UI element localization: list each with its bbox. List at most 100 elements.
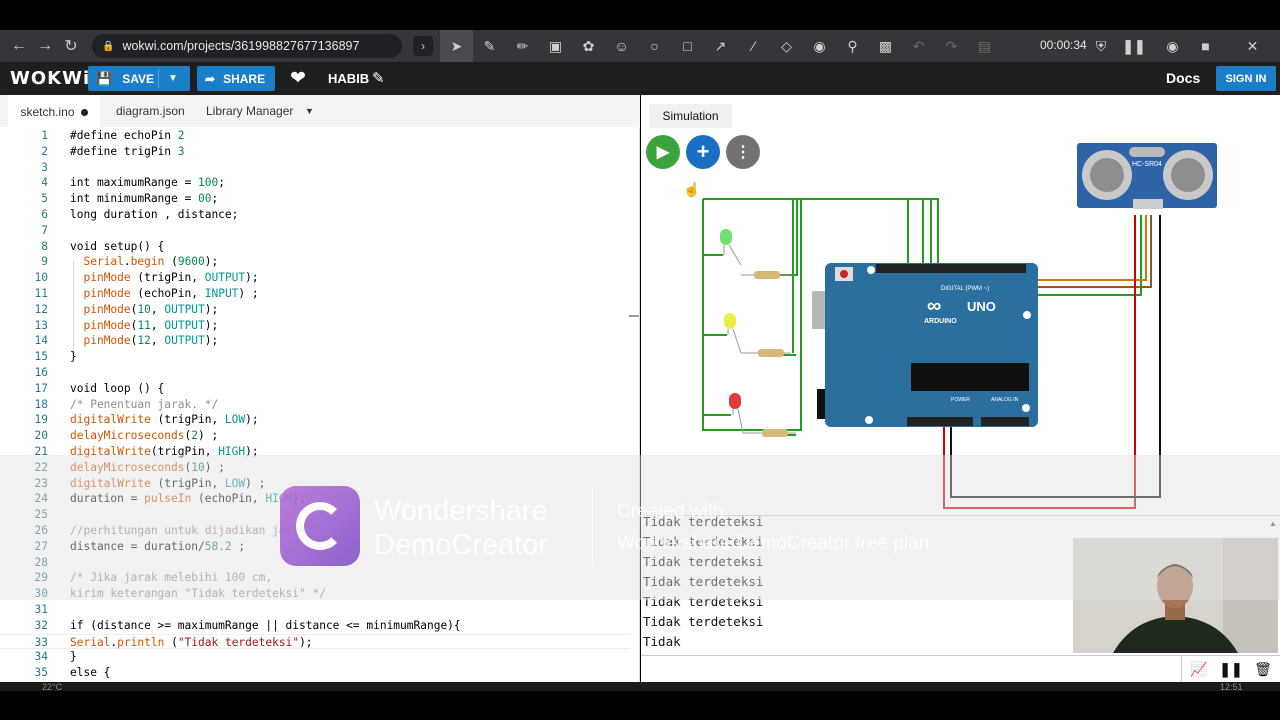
- circle-icon[interactable]: ○: [638, 30, 671, 62]
- code-line[interactable]: 4 int maximumRange = 100;: [0, 175, 630, 191]
- watermark-title: Wondershare DemoCreator: [374, 494, 548, 562]
- code-line[interactable]: 31: [0, 602, 630, 618]
- code-line[interactable]: 5 int minimumRange = 00;: [0, 191, 630, 207]
- tab-diagram[interactable]: diagram.json: [116, 95, 185, 127]
- save-button[interactable]: 💾 SAVE ▼: [88, 66, 190, 91]
- unsaved-dot-icon: [80, 108, 88, 116]
- serial-input[interactable]: [641, 656, 1182, 683]
- code-line[interactable]: 20 delayMicroseconds(2) ;: [0, 428, 630, 444]
- code-line[interactable]: 6 long duration , distance;: [0, 207, 630, 223]
- pause-icon[interactable]: ❚❚: [1112, 30, 1156, 62]
- line-text: pinMode (echoPin, INPUT) ;: [83, 287, 259, 300]
- code-line[interactable]: 9 Serial.begin (9600);: [0, 254, 630, 270]
- line-number: 5: [41, 192, 48, 206]
- code-line[interactable]: 2 #define trigPin 3: [0, 144, 630, 160]
- line-text: long duration , distance;: [70, 208, 239, 221]
- line-number: 20: [34, 429, 48, 443]
- shield-icon[interactable]: ⛨: [1090, 30, 1112, 62]
- chevron-right-icon[interactable]: ›: [413, 36, 433, 56]
- line-number: 11: [34, 287, 48, 300]
- line-number: 12: [34, 302, 48, 316]
- led-red[interactable]: [729, 393, 744, 434]
- back-arrow-icon[interactable]: ←: [6, 33, 32, 59]
- pen-icon[interactable]: ✎: [473, 30, 506, 62]
- top-black-strip: [0, 0, 1280, 30]
- code-line[interactable]: 11 pinMode (echoPin, INPUT) ;: [0, 286, 630, 302]
- code-line[interactable]: 17 void loop () {: [0, 381, 630, 397]
- code-line[interactable]: 33 Serial.println ("Tidak terdeteksi");: [0, 633, 630, 650]
- sign-in-button[interactable]: SIGN IN: [1216, 66, 1276, 91]
- code-line[interactable]: 19 digitalWrite (trigPin, LOW);: [0, 412, 630, 428]
- editor-scroll-marker[interactable]: [629, 315, 639, 317]
- code-line[interactable]: 35 else {: [0, 665, 630, 681]
- eraser-icon[interactable]: ◇: [770, 30, 803, 62]
- line-icon[interactable]: ∕: [737, 30, 770, 62]
- screenshot-icon[interactable]: ▩: [869, 30, 902, 62]
- tab-sketch[interactable]: sketch.ino: [8, 95, 100, 127]
- arrow-icon[interactable]: ↗: [704, 30, 737, 62]
- code-line[interactable]: 14 pinMode(12, OUTPUT);: [0, 333, 630, 349]
- line-number: 15: [34, 350, 48, 364]
- highlighter-icon[interactable]: ✏: [506, 30, 539, 62]
- line-number: 34: [34, 650, 48, 664]
- led-green[interactable]: [720, 229, 742, 266]
- undo-icon[interactable]: ↶: [902, 30, 935, 62]
- resistor-1[interactable]: [741, 271, 791, 279]
- code-line[interactable]: 15}: [0, 349, 630, 365]
- record-controls: ⛨ ❚❚ ◉ ■ ✕: [1090, 30, 1269, 62]
- democreator-logo-icon: [280, 486, 360, 566]
- code-line[interactable]: 16: [0, 365, 630, 381]
- text-icon[interactable]: ▣: [539, 30, 572, 62]
- address-bar[interactable]: 🔒 wokwi.com/projects/361998827677136897: [92, 34, 402, 58]
- code-line[interactable]: 32 if (distance >= maximumRange || distan…: [0, 618, 630, 634]
- tab-sketch-label: sketch.ino: [20, 105, 75, 119]
- tab-library-manager[interactable]: Library Manager: [206, 95, 293, 127]
- code-line[interactable]: 10 pinMode (trigPin, OUTPUT);: [0, 270, 630, 286]
- chart-icon[interactable]: 📈: [1183, 656, 1215, 683]
- magnifier-icon[interactable]: ⚲: [836, 30, 869, 62]
- focus-icon[interactable]: ◉: [803, 30, 836, 62]
- heart-icon[interactable]: ❤: [290, 67, 306, 90]
- emoji-icon[interactable]: ☺: [605, 30, 638, 62]
- share-button[interactable]: ➦ SHARE: [197, 66, 275, 91]
- serial-line: Tidak terdeteksi: [643, 614, 764, 629]
- ultrasonic-sensor[interactable]: HC-SR04: [1077, 143, 1217, 209]
- save-divider: [158, 69, 159, 88]
- code-line[interactable]: 1 #define echoPin 2: [0, 128, 630, 144]
- line-text: }: [70, 650, 77, 664]
- tabs-caret-icon[interactable]: ▼: [305, 95, 314, 127]
- redo-icon[interactable]: ↷: [935, 30, 968, 62]
- code-line[interactable]: 7: [0, 223, 630, 239]
- line-text: int maximumRange = 100;: [70, 176, 225, 190]
- pause-icon[interactable]: ❚❚: [1215, 656, 1247, 683]
- project-owner: HABIB: [328, 71, 370, 86]
- line-number: 3: [41, 160, 48, 174]
- reload-icon[interactable]: ↻: [58, 33, 84, 59]
- stop-icon[interactable]: ■: [1189, 30, 1222, 62]
- webcam-icon[interactable]: ◉: [1156, 30, 1189, 62]
- share-arrow-icon: ➦: [205, 71, 216, 86]
- forward-arrow-icon[interactable]: →: [32, 33, 58, 59]
- code-line[interactable]: 3: [0, 160, 630, 176]
- close-icon[interactable]: ✕: [1236, 30, 1269, 62]
- pencil-icon[interactable]: ✎: [372, 69, 385, 87]
- code-line[interactable]: 18 /* Penentuan jarak. */: [0, 397, 630, 413]
- wokwi-logo[interactable]: WOKWi: [10, 68, 90, 89]
- circuit-diagram[interactable]: DIGITAL (PWM ~) ∞ UNO ARDUINO POWER ANAL…: [641, 95, 1280, 515]
- arduino-uno-board[interactable]: DIGITAL (PWM ~) ∞ UNO ARDUINO POWER ANAL…: [812, 263, 1038, 427]
- stamp-icon[interactable]: ✿: [572, 30, 605, 62]
- code-line[interactable]: 12 pinMode(10, OUTPUT);: [0, 302, 630, 318]
- clear-icon[interactable]: ▤: [968, 30, 1001, 62]
- svg-text:∞: ∞: [927, 295, 941, 317]
- chevron-down-icon[interactable]: ▼: [168, 73, 178, 84]
- code-line[interactable]: 8 void setup() {: [0, 239, 630, 255]
- code-line[interactable]: 34}: [0, 649, 630, 665]
- select-arrow-icon[interactable]: ➤: [440, 30, 473, 62]
- lock-icon: 🔒: [102, 40, 115, 52]
- led-yellow[interactable]: [724, 313, 742, 354]
- square-icon[interactable]: □: [671, 30, 704, 62]
- watermark-title-line2: DemoCreator: [374, 529, 549, 561]
- docs-link[interactable]: Docs: [1166, 70, 1200, 86]
- trash-icon[interactable]: 🗑: [1247, 656, 1279, 683]
- code-line[interactable]: 13 pinMode(11, OUTPUT);: [0, 318, 630, 334]
